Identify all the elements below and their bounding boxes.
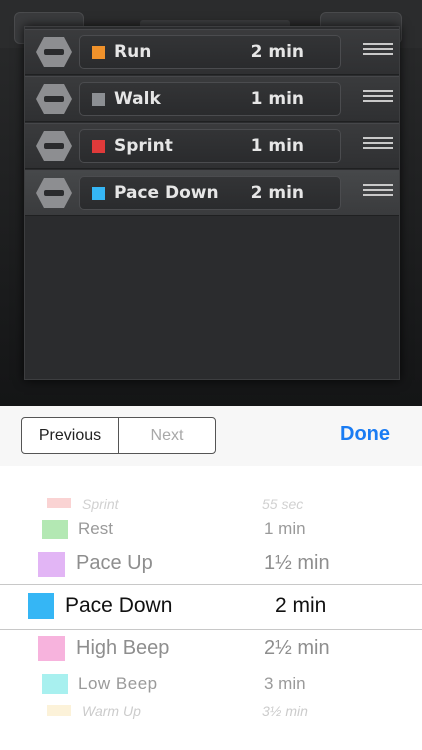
step-name: Sprint bbox=[114, 136, 173, 156]
step-item-box[interactable]: Sprint 1 min bbox=[79, 129, 341, 163]
step-name: Walk bbox=[114, 89, 161, 109]
workout-step-row: Sprint 1 min bbox=[25, 123, 399, 169]
workout-steps-panel: Run 2 min Walk 1 min Sprint 1 min Pace D… bbox=[24, 26, 400, 380]
picker-row[interactable]: High Beep 2½ min bbox=[0, 634, 422, 664]
picker-color-swatch bbox=[28, 593, 54, 619]
picker-step-name: Sprint bbox=[82, 496, 119, 512]
step-type-picker[interactable]: Sprint 55 sec Rest 1 min Pace Up 1½ min … bbox=[0, 466, 422, 750]
picker-step-duration: 1 min bbox=[264, 519, 306, 538]
picker-step-duration: 3 min bbox=[264, 674, 306, 693]
reorder-handle-icon[interactable] bbox=[363, 137, 393, 155]
picker-color-swatch bbox=[42, 674, 68, 694]
picker-selection-top-line bbox=[0, 584, 422, 585]
picker-row[interactable]: Warm Up 3½ min bbox=[0, 702, 422, 722]
step-color-swatch bbox=[92, 140, 105, 153]
picker-color-swatch bbox=[47, 498, 71, 508]
picker-selection-bottom-line bbox=[0, 629, 422, 630]
picker-row[interactable]: Low Beep 3 min bbox=[0, 672, 422, 698]
picker-step-duration: 2 min bbox=[275, 594, 327, 617]
step-name: Pace Down bbox=[114, 183, 219, 203]
workout-step-row: Run 2 min bbox=[25, 29, 399, 75]
workout-step-row-active: Pace Down 2 min bbox=[25, 170, 399, 216]
step-item-box[interactable]: Pace Down 2 min bbox=[79, 176, 341, 210]
picker-color-swatch bbox=[38, 552, 65, 577]
step-duration: 1 min bbox=[250, 89, 304, 109]
picker-step-name: High Beep bbox=[76, 637, 170, 659]
picker-row[interactable]: Rest 1 min bbox=[0, 518, 422, 542]
step-duration: 2 min bbox=[250, 183, 304, 203]
picker-step-duration: 55 sec bbox=[262, 496, 304, 512]
prev-next-segmented-control: Previous Next bbox=[21, 417, 216, 454]
picker-color-swatch bbox=[42, 520, 68, 539]
step-duration: 2 min bbox=[250, 42, 304, 62]
picker-row-selected[interactable]: Pace Down 2 min bbox=[0, 590, 422, 624]
picker-step-name: Low Beep bbox=[78, 674, 158, 693]
picker-color-swatch bbox=[38, 636, 65, 661]
picker-step-name: Pace Up bbox=[76, 552, 153, 574]
keyboard-accessory-toolbar: Previous Next Done bbox=[0, 406, 422, 467]
minus-hexagon-icon bbox=[36, 37, 72, 67]
delete-step-button[interactable] bbox=[35, 177, 73, 209]
picker-step-duration: 3½ min bbox=[262, 703, 308, 719]
delete-step-button[interactable] bbox=[35, 130, 73, 162]
step-color-swatch bbox=[92, 93, 105, 106]
step-item-box[interactable]: Walk 1 min bbox=[79, 82, 341, 116]
minus-hexagon-icon bbox=[36, 84, 72, 114]
workout-editor-background: Run 2 min Walk 1 min Sprint 1 min Pace D… bbox=[0, 0, 422, 406]
step-item-box[interactable]: Run 2 min bbox=[79, 35, 341, 69]
picker-step-name: Rest bbox=[78, 519, 113, 538]
delete-step-button[interactable] bbox=[35, 36, 73, 68]
step-color-swatch bbox=[92, 46, 105, 59]
step-name: Run bbox=[114, 42, 152, 62]
step-duration: 1 min bbox=[250, 136, 304, 156]
reorder-handle-icon[interactable] bbox=[363, 90, 393, 108]
step-color-swatch bbox=[92, 187, 105, 200]
picker-color-swatch bbox=[47, 705, 71, 716]
picker-row[interactable]: Pace Up 1½ min bbox=[0, 550, 422, 580]
picker-step-name: Pace Down bbox=[65, 594, 173, 617]
reorder-handle-icon[interactable] bbox=[363, 43, 393, 61]
minus-hexagon-icon bbox=[36, 178, 72, 208]
picker-step-duration: 1½ min bbox=[264, 552, 330, 574]
picker-step-duration: 2½ min bbox=[264, 637, 330, 659]
workout-step-row: Walk 1 min bbox=[25, 76, 399, 122]
picker-step-name: Warm Up bbox=[82, 703, 141, 719]
delete-step-button[interactable] bbox=[35, 83, 73, 115]
previous-button[interactable]: Previous bbox=[22, 418, 119, 453]
done-button[interactable]: Done bbox=[340, 423, 390, 446]
reorder-handle-icon[interactable] bbox=[363, 184, 393, 202]
minus-hexagon-icon bbox=[36, 131, 72, 161]
next-button[interactable]: Next bbox=[119, 418, 215, 453]
picker-row[interactable]: Sprint 55 sec bbox=[0, 494, 422, 514]
